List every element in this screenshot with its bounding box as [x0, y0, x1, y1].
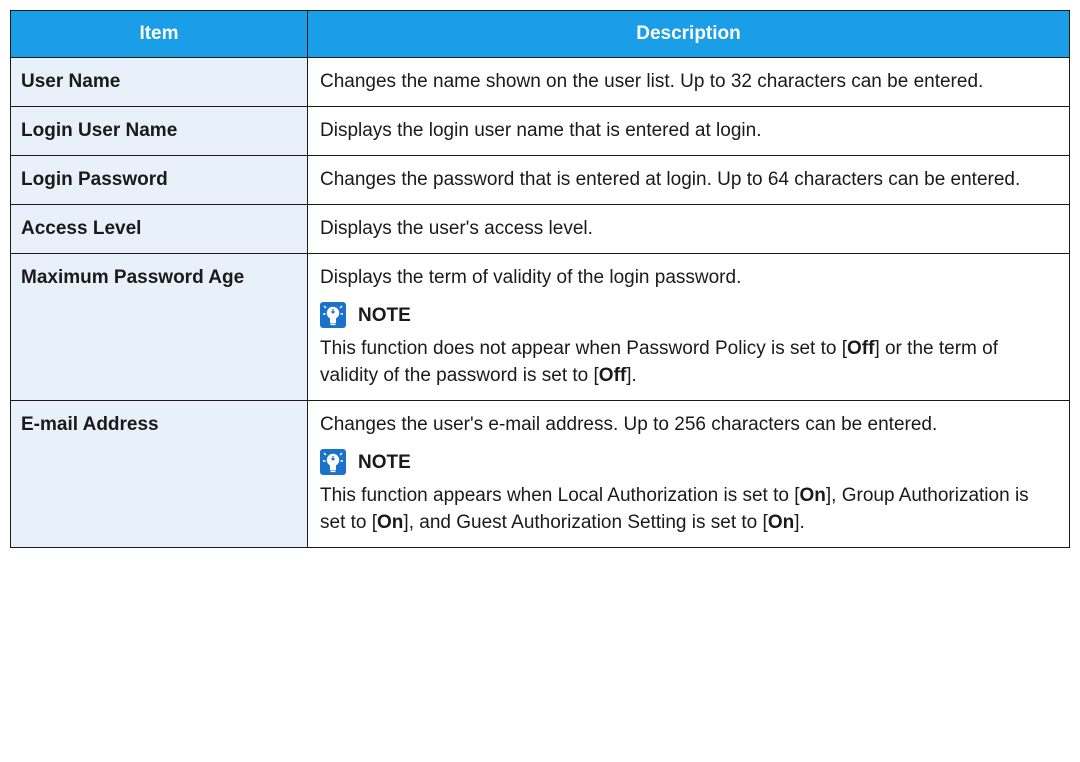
- table-header-row: Item Description: [10, 10, 1070, 58]
- note-text-part: ].: [626, 365, 637, 386]
- description-text: Displays the term of validity of the log…: [320, 267, 742, 288]
- note-value-on: On: [799, 485, 826, 506]
- item-cell: Login User Name: [10, 106, 308, 156]
- table-row-email-address: E-mail Address Changes the user's e-mail…: [10, 400, 1070, 548]
- description-cell: Changes the password that is entered at …: [307, 155, 1070, 205]
- note-value-off: Off: [847, 338, 875, 359]
- table-row-user-name: User Name Changes the name shown on the …: [10, 57, 1070, 107]
- description-cell: Displays the login user name that is ent…: [307, 106, 1070, 156]
- note-lightbulb-icon: [320, 449, 346, 475]
- table-row-access-level: Access Level Displays the user's access …: [10, 204, 1070, 254]
- note-label: NOTE: [358, 304, 411, 326]
- note-heading: NOTE: [320, 447, 1057, 477]
- note-text-part: ].: [794, 512, 805, 533]
- description-cell: Displays the user's access level.: [307, 204, 1070, 254]
- settings-table: Item Description User Name Changes the n…: [10, 10, 1070, 548]
- note-value-on: On: [767, 512, 795, 533]
- item-cell: User Name: [10, 57, 308, 107]
- note-text-part: This function does not appear when Passw…: [320, 338, 847, 359]
- note-text: This function appears when Local Authori…: [320, 482, 1057, 536]
- description-cell: Changes the user's e-mail address. Up to…: [307, 400, 1070, 548]
- item-cell: Login Password: [10, 155, 308, 205]
- note-text-part: This function appears when Local Authori…: [320, 485, 800, 506]
- note-text-part: ], and Guest Authorization Setting is se…: [403, 512, 768, 533]
- item-cell: E-mail Address: [10, 400, 308, 548]
- item-cell: Maximum Password Age: [10, 253, 308, 401]
- table-row-login-password: Login Password Changes the password that…: [10, 155, 1070, 205]
- note-heading: NOTE: [320, 300, 1057, 330]
- table-row-login-user-name: Login User Name Displays the login user …: [10, 106, 1070, 156]
- note-value-off: Off: [598, 365, 627, 386]
- column-header-description: Description: [307, 10, 1070, 58]
- note-label: NOTE: [358, 451, 411, 473]
- column-header-item: Item: [10, 10, 308, 58]
- note-lightbulb-icon: [320, 302, 346, 328]
- description-cell: Changes the name shown on the user list.…: [307, 57, 1070, 107]
- item-cell: Access Level: [10, 204, 308, 254]
- note-text: This function does not appear when Passw…: [320, 335, 1057, 389]
- table-row-maximum-password-age: Maximum Password Age Displays the term o…: [10, 253, 1070, 401]
- description-text: Changes the user's e-mail address. Up to…: [320, 414, 938, 435]
- description-cell: Displays the term of validity of the log…: [307, 253, 1070, 401]
- note-value-on: On: [377, 512, 404, 533]
